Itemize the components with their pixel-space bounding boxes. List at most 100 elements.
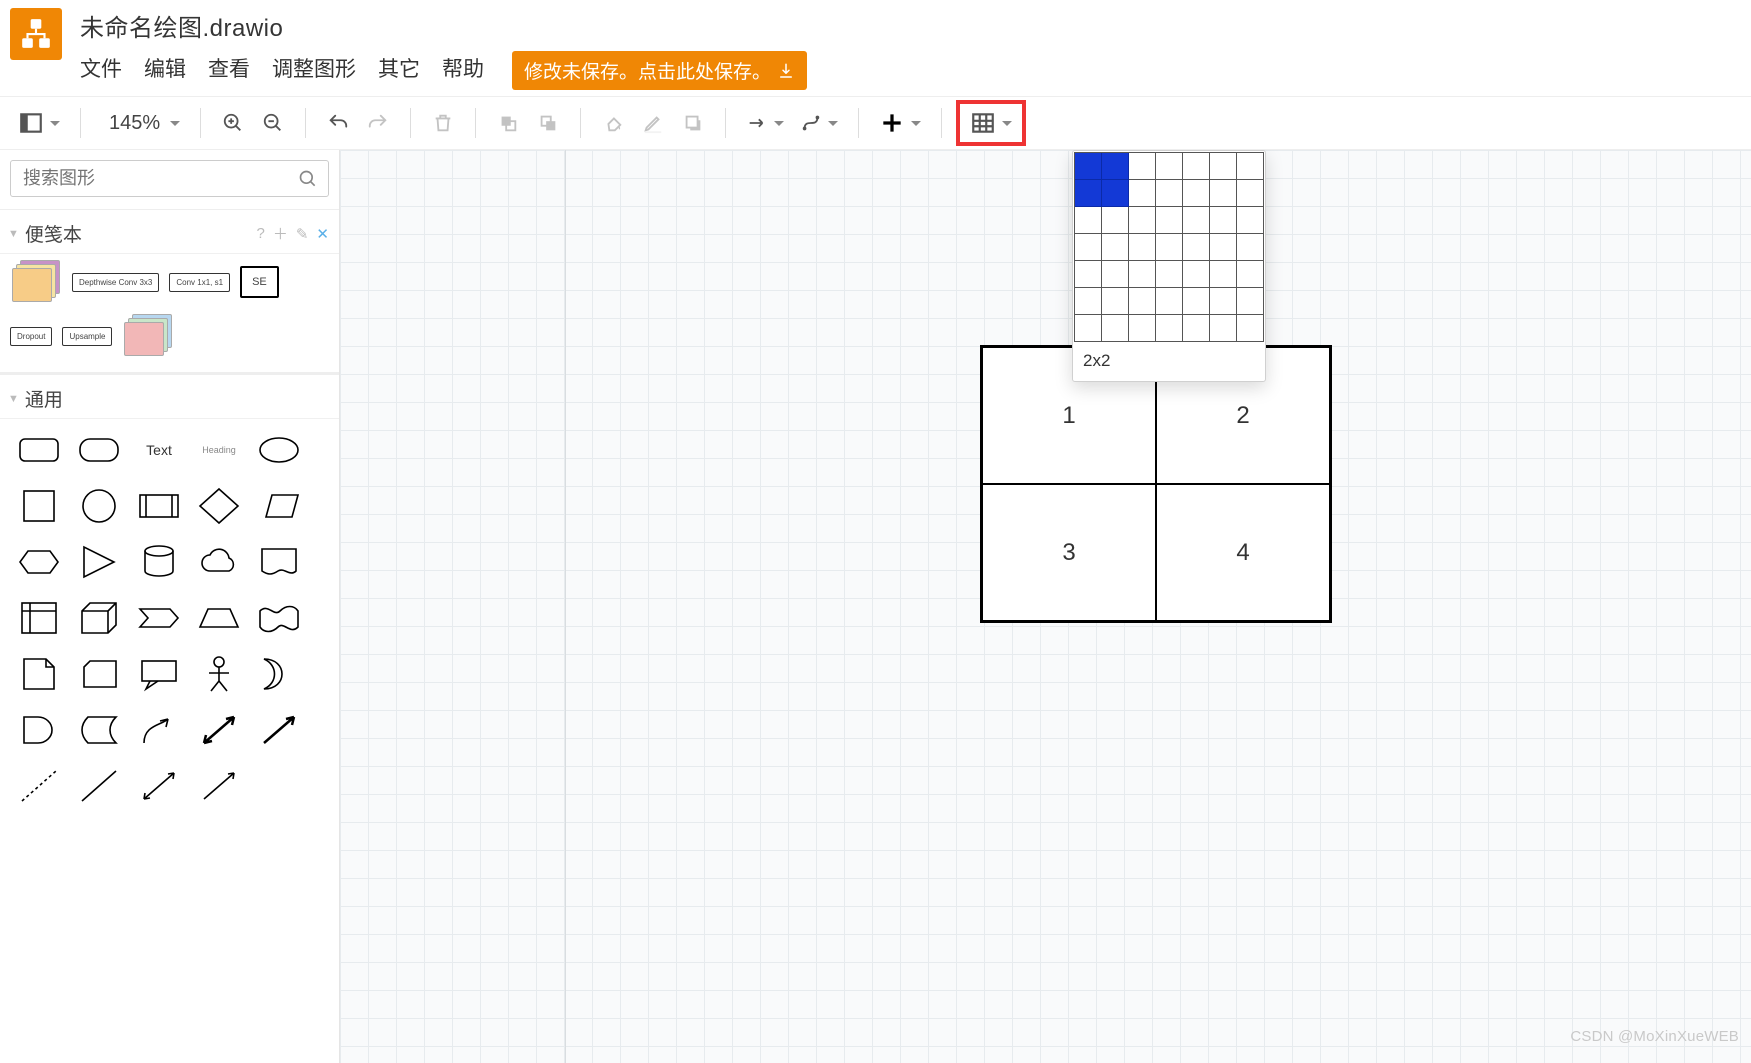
shape-dashed-line[interactable] bbox=[12, 763, 66, 809]
picker-cell[interactable] bbox=[1210, 153, 1237, 180]
picker-cell[interactable] bbox=[1237, 288, 1264, 315]
picker-cell[interactable] bbox=[1075, 288, 1102, 315]
line-color-button[interactable] bbox=[635, 104, 671, 142]
shadow-button[interactable] bbox=[675, 104, 711, 142]
shape-rounded-rect[interactable] bbox=[12, 427, 66, 473]
picker-cell[interactable] bbox=[1237, 180, 1264, 207]
picker-cell[interactable] bbox=[1129, 207, 1156, 234]
picker-cell[interactable] bbox=[1102, 153, 1129, 180]
document-title[interactable]: 未命名绘图.drawio bbox=[80, 8, 807, 43]
picker-cell[interactable] bbox=[1129, 234, 1156, 261]
picker-cell[interactable] bbox=[1075, 315, 1102, 342]
menu-file[interactable]: 文件 bbox=[80, 53, 122, 92]
menu-extras[interactable]: 其它 bbox=[378, 53, 420, 92]
table-cell-3[interactable]: 3 bbox=[982, 484, 1156, 621]
picker-cell[interactable] bbox=[1129, 180, 1156, 207]
picker-cell[interactable] bbox=[1156, 234, 1183, 261]
shape-tape[interactable] bbox=[252, 595, 306, 641]
shape-square[interactable] bbox=[12, 483, 66, 529]
shape-hexagon[interactable] bbox=[12, 539, 66, 585]
picker-cell[interactable] bbox=[1183, 261, 1210, 288]
picker-cell[interactable] bbox=[1183, 315, 1210, 342]
shape-cylinder[interactable] bbox=[132, 539, 186, 585]
close-icon[interactable]: ✕ bbox=[316, 225, 329, 243]
picker-cell[interactable] bbox=[1210, 261, 1237, 288]
shape-cloud[interactable] bbox=[192, 539, 246, 585]
picker-cell[interactable] bbox=[1183, 207, 1210, 234]
picker-cell[interactable] bbox=[1210, 315, 1237, 342]
picker-cell[interactable] bbox=[1237, 261, 1264, 288]
fill-color-button[interactable] bbox=[595, 104, 631, 142]
insert-table-button[interactable] bbox=[964, 104, 1018, 142]
shape-line[interactable] bbox=[72, 763, 126, 809]
redo-button[interactable] bbox=[360, 104, 396, 142]
picker-cell[interactable] bbox=[1156, 288, 1183, 315]
menu-arrange[interactable]: 调整图形 bbox=[272, 53, 356, 92]
picker-cell[interactable] bbox=[1075, 261, 1102, 288]
waypoint-style-button[interactable] bbox=[794, 104, 844, 142]
shape-ellipse[interactable] bbox=[252, 427, 306, 473]
table-size-grid[interactable] bbox=[1074, 152, 1264, 342]
connection-style-button[interactable] bbox=[740, 104, 790, 142]
shape-triangle[interactable] bbox=[72, 539, 126, 585]
shape-card[interactable] bbox=[72, 651, 126, 697]
scratch-dropout[interactable]: Dropout bbox=[10, 327, 52, 346]
shape-arrow-thin[interactable] bbox=[192, 763, 246, 809]
picker-cell[interactable] bbox=[1156, 153, 1183, 180]
picker-cell[interactable] bbox=[1102, 315, 1129, 342]
general-shapes-header[interactable]: ▼ 通用 bbox=[0, 375, 339, 419]
picker-cell[interactable] bbox=[1156, 207, 1183, 234]
shape-data-storage[interactable] bbox=[72, 707, 126, 753]
shape-circle[interactable] bbox=[72, 483, 126, 529]
picker-cell[interactable] bbox=[1183, 153, 1210, 180]
shape-or[interactable] bbox=[252, 651, 306, 697]
to-front-button[interactable] bbox=[490, 104, 526, 142]
shape-rounded-rect-2[interactable] bbox=[72, 427, 126, 473]
unsaved-banner[interactable]: 修改未保存。点击此处保存。 bbox=[512, 51, 807, 90]
shape-diamond[interactable] bbox=[192, 483, 246, 529]
picker-cell[interactable] bbox=[1210, 288, 1237, 315]
shape-parallelogram[interactable] bbox=[252, 483, 306, 529]
scratch-conv[interactable]: Conv 1x1, s1 bbox=[169, 273, 230, 292]
picker-cell[interactable] bbox=[1129, 288, 1156, 315]
scratch-card-stack-2[interactable] bbox=[122, 314, 174, 358]
canvas[interactable]: 1 2 3 4 2x2 bbox=[340, 150, 1751, 1063]
shape-search-input[interactable] bbox=[21, 167, 298, 190]
canvas-table-shape[interactable]: 1 2 3 4 bbox=[980, 345, 1332, 623]
shape-and[interactable] bbox=[12, 707, 66, 753]
picker-cell[interactable] bbox=[1102, 261, 1129, 288]
table-cell-4[interactable]: 4 bbox=[1156, 484, 1330, 621]
shape-search[interactable] bbox=[10, 160, 329, 197]
undo-button[interactable] bbox=[320, 104, 356, 142]
shape-cube[interactable] bbox=[72, 595, 126, 641]
picker-cell[interactable] bbox=[1210, 234, 1237, 261]
zoom-out-button[interactable] bbox=[255, 104, 291, 142]
picker-cell[interactable] bbox=[1156, 180, 1183, 207]
scratchpad-header[interactable]: ▼ 便笺本 ? ＋ ✎ ✕ bbox=[0, 210, 339, 254]
shape-step[interactable] bbox=[132, 595, 186, 641]
picker-cell[interactable] bbox=[1102, 180, 1129, 207]
picker-cell[interactable] bbox=[1129, 315, 1156, 342]
shape-trapezoid[interactable] bbox=[192, 595, 246, 641]
add-icon[interactable]: ＋ bbox=[273, 223, 288, 244]
shape-bi-arrow[interactable] bbox=[192, 707, 246, 753]
app-logo[interactable] bbox=[10, 8, 62, 60]
shape-curve-arrow[interactable] bbox=[132, 707, 186, 753]
picker-cell[interactable] bbox=[1075, 180, 1102, 207]
picker-cell[interactable] bbox=[1237, 315, 1264, 342]
menu-edit[interactable]: 编辑 bbox=[144, 53, 186, 92]
picker-cell[interactable] bbox=[1237, 153, 1264, 180]
picker-cell[interactable] bbox=[1075, 234, 1102, 261]
zoom-in-button[interactable] bbox=[215, 104, 251, 142]
picker-cell[interactable] bbox=[1102, 207, 1129, 234]
delete-button[interactable] bbox=[425, 104, 461, 142]
scratch-card-stack[interactable] bbox=[10, 260, 62, 304]
picker-cell[interactable] bbox=[1237, 207, 1264, 234]
shape-process[interactable] bbox=[132, 483, 186, 529]
picker-cell[interactable] bbox=[1183, 180, 1210, 207]
sidebar-toggle-button[interactable] bbox=[12, 104, 66, 142]
insert-button[interactable] bbox=[873, 104, 927, 142]
help-icon[interactable]: ? bbox=[256, 225, 264, 242]
menu-help[interactable]: 帮助 bbox=[442, 53, 484, 92]
picker-cell[interactable] bbox=[1183, 234, 1210, 261]
